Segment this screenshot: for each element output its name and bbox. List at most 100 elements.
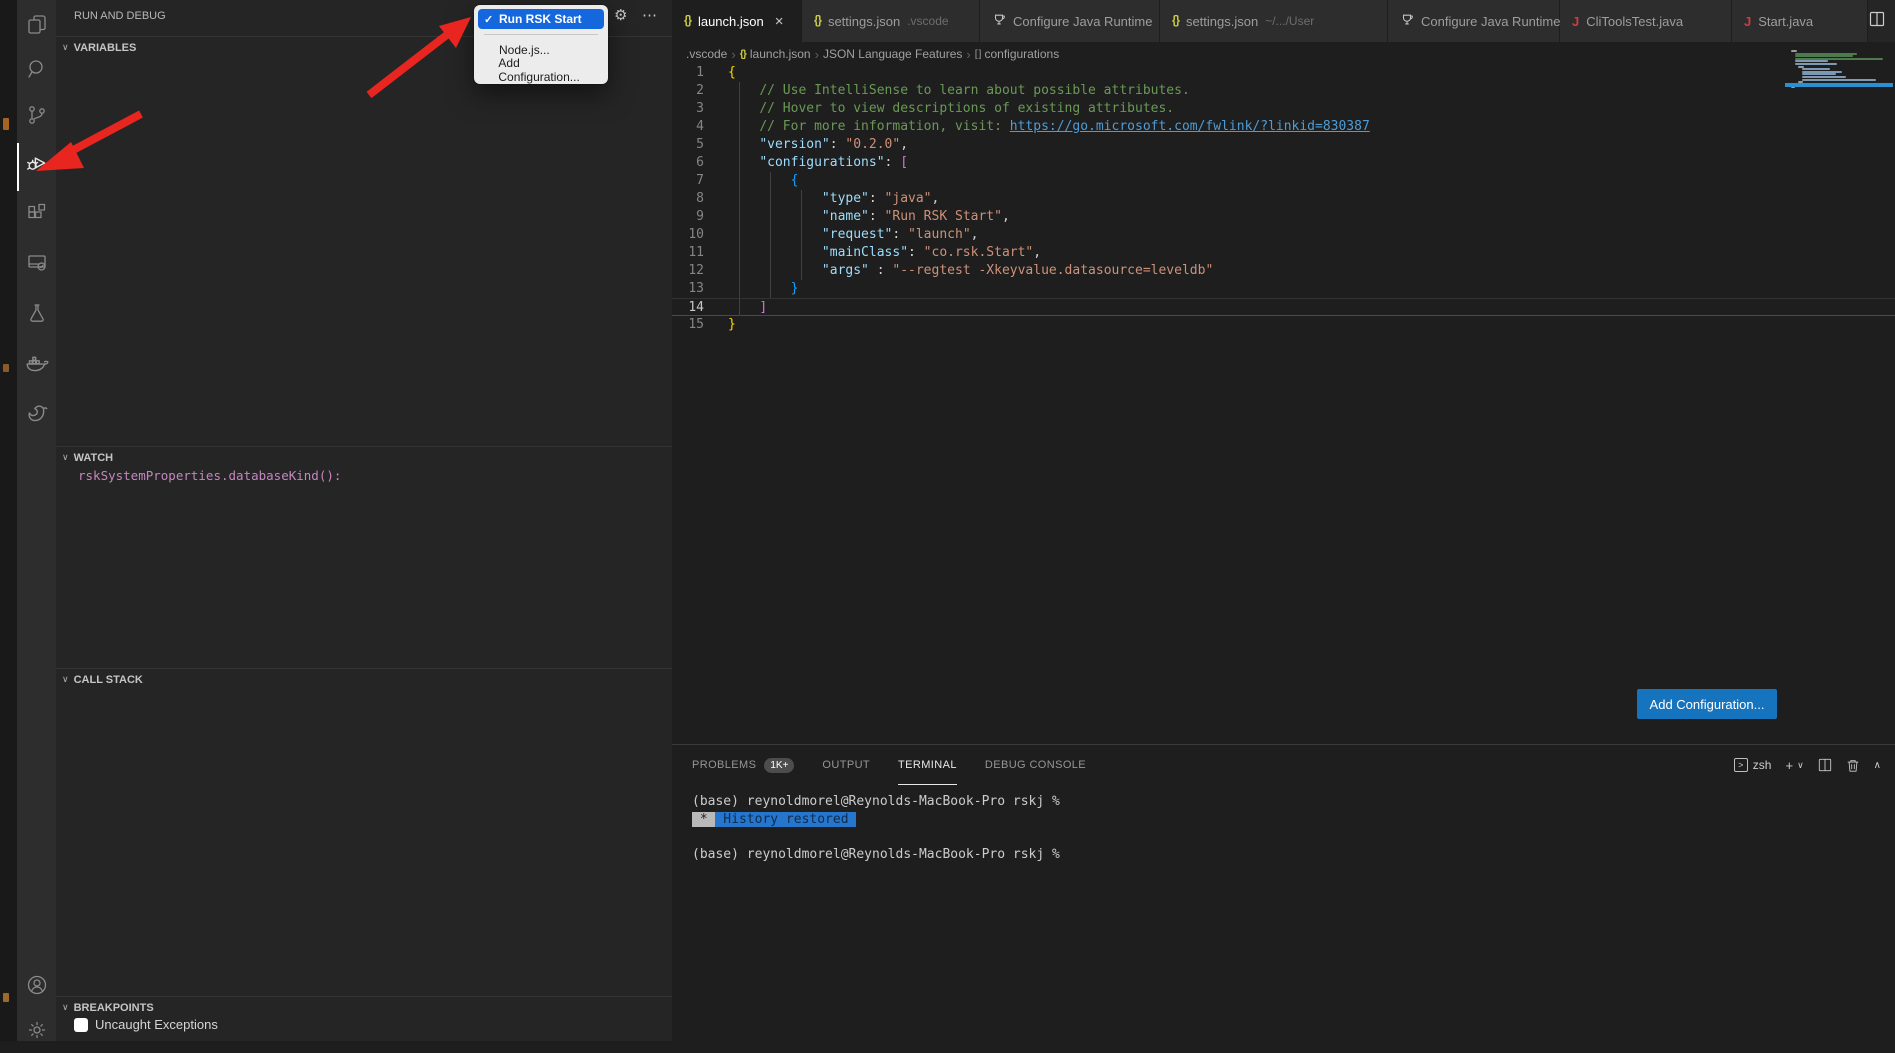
line-content: ]: [718, 299, 767, 315]
code-line-8[interactable]: 8 "type": "java",: [672, 190, 1895, 208]
source-control-icon[interactable]: [17, 92, 56, 138]
code-line-4[interactable]: 4 // For more information, visit: https:…: [672, 118, 1895, 136]
run-and-debug-icon[interactable]: [17, 140, 56, 186]
search-icon[interactable]: [17, 46, 56, 92]
uncaught-exceptions-checkbox[interactable]: [74, 1018, 88, 1032]
maximize-panel-button[interactable]: ∧: [1874, 760, 1881, 771]
chevron-down-icon: ∨: [62, 452, 69, 463]
line-content: }: [718, 316, 736, 334]
terminal-text: (base) reynoldmorel@Reynolds-MacBook-Pro…: [692, 847, 1060, 862]
line-number: 10: [672, 226, 718, 244]
line-number: 2: [672, 82, 718, 100]
gradle-icon[interactable]: [17, 390, 56, 436]
code-token: [728, 83, 759, 98]
kill-terminal-button[interactable]: [1846, 758, 1860, 773]
code-line-10[interactable]: 10 "request": "launch",: [672, 226, 1895, 244]
tab-label: Configure Java Runtime: [1421, 14, 1560, 29]
panel-tab-label: TERMINAL: [898, 759, 957, 771]
terminal-instance-zsh[interactable]: > zsh: [1734, 758, 1772, 772]
code-token: "mainClass": [822, 245, 908, 260]
watch-expression-row[interactable]: rskSystemProperties.databaseKind():: [78, 468, 356, 483]
terminal-icon: >: [1734, 758, 1748, 772]
breadcrumb-item[interactable]: [ ]configurations: [975, 47, 1059, 61]
code-line-14[interactable]: 14 ]: [672, 298, 1895, 316]
panel-tab-debug-console[interactable]: DEBUG CONSOLE: [985, 745, 1086, 785]
section-label: CALL STACK: [74, 674, 143, 686]
code-token: "--regtest -Xkeyvalue.datasource=leveldb…: [892, 263, 1213, 278]
section-breakpoints[interactable]: ∨ BREAKPOINTS: [56, 996, 672, 1018]
tab-start-java[interactable]: JStart.java: [1732, 0, 1868, 42]
close-icon[interactable]: ×: [775, 13, 784, 30]
breadcrumb-item[interactable]: {}launch.json: [740, 47, 811, 61]
accounts-icon[interactable]: [17, 962, 56, 1008]
code-token: [728, 281, 791, 296]
strip-decoration: [3, 993, 9, 1002]
explorer-icon[interactable]: [17, 2, 56, 48]
code-line-6[interactable]: 6 "configurations": [: [672, 154, 1895, 172]
bottom-panel: PROBLEMS1K+ OUTPUT TERMINAL DEBUG CONSOLE >…: [672, 744, 1895, 1041]
line-number: 11: [672, 244, 718, 262]
section-call-stack[interactable]: ∨ CALL STACK: [56, 668, 672, 690]
tab-settings-json[interactable]: {}settings.json.vscode: [802, 0, 980, 42]
breadcrumb-label: .vscode: [686, 47, 727, 61]
code-token: :: [869, 209, 885, 224]
watch-value: [349, 468, 357, 483]
tab-configure-java-runtime[interactable]: Configure Java Runtime: [1388, 0, 1560, 42]
code-line-9[interactable]: 9 "name": "Run RSK Start",: [672, 208, 1895, 226]
code-line-13[interactable]: 13 }: [672, 280, 1895, 298]
line-number: 3: [672, 100, 718, 118]
code-line-1[interactable]: 1{: [672, 64, 1895, 82]
code-link[interactable]: https://go.microsoft.com/fwlink/?linkid=…: [1010, 119, 1370, 134]
testing-icon[interactable]: [17, 290, 56, 336]
code-line-15[interactable]: 15}: [672, 316, 1895, 334]
panel-toolbar: > zsh + ∨ ∧: [1734, 745, 1881, 785]
breadcrumb-item[interactable]: JSON Language Features: [823, 47, 962, 61]
breadcrumb-item[interactable]: .vscode: [686, 47, 727, 61]
panel-tab-output[interactable]: OUTPUT: [822, 745, 870, 785]
launch-settings-gear-icon[interactable]: ⚙: [614, 6, 627, 24]
remote-explorer-icon[interactable]: [17, 240, 56, 286]
array-symbol-icon: [ ]: [975, 48, 981, 60]
new-terminal-button[interactable]: + ∨: [1785, 758, 1803, 773]
menu-item-run-rsk-start[interactable]: ✓Run RSK Start: [478, 9, 604, 29]
minimap[interactable]: [1791, 50, 1893, 170]
code-line-7[interactable]: 7 {: [672, 172, 1895, 190]
java-file-icon: J: [1572, 14, 1579, 29]
code-token: {: [728, 65, 736, 80]
code-line-2[interactable]: 2 // Use IntelliSense to learn about pos…: [672, 82, 1895, 100]
code-line-12[interactable]: 12 "args" : "--regtest -Xkeyvalue.dataso…: [672, 262, 1895, 280]
line-number: 9: [672, 208, 718, 226]
code-line-5[interactable]: 5 "version": "0.2.0",: [672, 136, 1895, 154]
minimap-line: [1802, 76, 1846, 78]
tab-clitoolstest-java[interactable]: JCliToolsTest.java: [1560, 0, 1732, 42]
menu-item-add-configuration-[interactable]: Add Configuration...: [478, 60, 604, 80]
code-token: "args": [822, 263, 869, 278]
settings-gear-icon[interactable]: [17, 1007, 56, 1053]
code-line-3[interactable]: 3 // Hover to view descriptions of exist…: [672, 100, 1895, 118]
panel-tab-problems[interactable]: PROBLEMS1K+: [692, 745, 794, 785]
code-editor[interactable]: 1{2 // Use IntelliSense to learn about p…: [672, 64, 1895, 334]
split-terminal-button[interactable]: [1818, 758, 1832, 772]
code-token: }: [791, 281, 799, 296]
code-token: [728, 137, 759, 152]
extensions-icon[interactable]: [17, 190, 56, 236]
panel-tab-terminal[interactable]: TERMINAL: [898, 745, 957, 785]
code-token: "configurations": [759, 155, 884, 170]
code-token: :: [892, 227, 908, 242]
tab-configure-java-runtime[interactable]: Configure Java Runtime: [980, 0, 1160, 42]
tab-launch-json[interactable]: {}launch.json×: [672, 0, 802, 42]
section-watch[interactable]: ∨ WATCH: [56, 446, 672, 468]
terminal-output[interactable]: (base) reynoldmorel@Reynolds-MacBook-Pro…: [692, 793, 1060, 863]
more-actions-icon[interactable]: ⋯: [642, 6, 657, 24]
code-line-11[interactable]: 11 "mainClass": "co.rsk.Start",: [672, 244, 1895, 262]
tab-settings-json[interactable]: {}settings.json~/.../User: [1160, 0, 1388, 42]
breadcrumb-label: configurations: [984, 47, 1059, 61]
chevron-down-icon: ∨: [62, 1002, 69, 1013]
plus-icon: +: [1785, 758, 1793, 773]
docker-icon[interactable]: [17, 340, 56, 386]
minimap-line: [1795, 63, 1837, 65]
menu-item-label: Node.js...: [499, 43, 550, 57]
breadcrumb-separator: ›: [731, 47, 735, 62]
add-configuration-button[interactable]: Add Configuration...: [1637, 689, 1777, 719]
split-editor-icon[interactable]: [1869, 11, 1885, 32]
